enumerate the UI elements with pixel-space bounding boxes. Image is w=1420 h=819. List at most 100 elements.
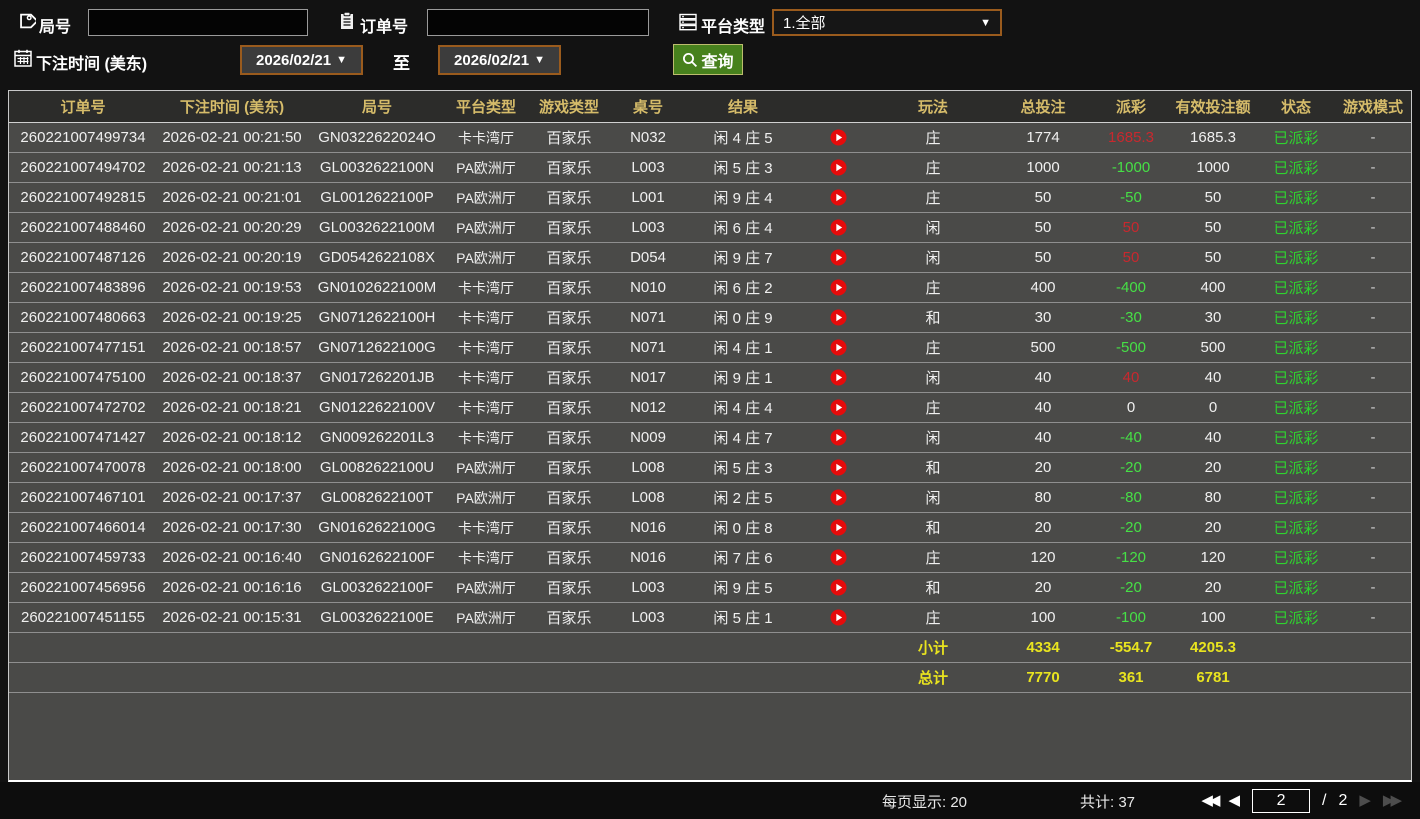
first-page-icon[interactable]: ◀◀ (1201, 788, 1220, 814)
subtotal-payout: -554.7 (1109, 639, 1153, 656)
table-no-cell: L001 (631, 189, 665, 206)
date-from-value: 2026/02/21 (256, 51, 332, 69)
total-bet-cell: 20 (1034, 459, 1052, 476)
valid-bet-cell: 0 (1208, 399, 1218, 416)
platform-cell: 卡卡湾厅 (458, 279, 514, 296)
result-cell: 闲 4 庄 7 (713, 430, 773, 447)
bet-time-cell: 2026-02-21 00:17:37 (162, 489, 302, 506)
bet-time-cell: 2026-02-21 00:21:50 (162, 129, 302, 146)
game-no-cell: GL0032622100F (320, 579, 434, 596)
magnifier-icon (683, 52, 698, 67)
result-cell: 闲 4 庄 4 (713, 400, 773, 417)
order-cell: 260221007471427 (20, 429, 146, 446)
play-icon (830, 579, 846, 596)
table-row: 260221007467101 2026-02-21 00:17:37 GL0082… (9, 483, 1411, 513)
replay-button[interactable] (803, 429, 873, 446)
order-cell: 260221007483896 (20, 279, 146, 296)
replay-button[interactable] (803, 189, 873, 206)
total-payout: 361 (1118, 669, 1144, 686)
total-bet-cell: 400 (1030, 279, 1056, 296)
table-no-cell: L003 (631, 219, 665, 236)
platform-type-value: 1.全部 (783, 15, 826, 32)
bet-time-cell: 2026-02-21 00:18:57 (162, 339, 302, 356)
replay-button[interactable] (803, 519, 873, 536)
result-cell: 闲 2 庄 5 (713, 490, 773, 507)
total-bet-cell: 100 (1030, 609, 1056, 626)
bet-time-cell: 2026-02-21 00:18:21 (162, 399, 302, 416)
date-to-select[interactable]: 2026/02/21 ▼ (438, 45, 561, 75)
col-header-status: 状态 (1280, 99, 1311, 116)
table-row: 260221007456956 2026-02-21 00:16:16 GL0032… (9, 573, 1411, 603)
date-to-value: 2026/02/21 (454, 51, 530, 69)
total-bet-cell: 1774 (1026, 129, 1060, 146)
replay-button[interactable] (803, 219, 873, 236)
status-cell: 已派彩 (1273, 520, 1319, 537)
replay-button[interactable] (803, 279, 873, 296)
col-header-payout: 派彩 (1115, 99, 1146, 116)
subtotal-total-bet: 4334 (1026, 639, 1060, 656)
replay-button[interactable] (803, 339, 873, 356)
total-bet-cell: 1000 (1026, 159, 1060, 176)
col-header-game-no: 局号 (361, 99, 392, 116)
game-type-cell: 百家乐 (546, 490, 592, 507)
game-no-cell: GL0082622100T (320, 489, 434, 506)
page-number-input[interactable] (1252, 789, 1311, 813)
game-no-cell: GN0122622100V (319, 399, 435, 416)
status-cell: 已派彩 (1273, 340, 1319, 357)
table-row: 260221007492815 2026-02-21 00:21:01 GL0012… (9, 183, 1411, 213)
result-cell: 闲 9 庄 1 (713, 370, 773, 387)
valid-bet-cell: 50 (1204, 249, 1222, 266)
bet-time-cell: 2026-02-21 00:21:13 (162, 159, 302, 176)
play-icon (830, 159, 846, 176)
order-no-label: 订单号 (360, 19, 409, 36)
payout-cell: 50 (1122, 219, 1140, 236)
table-row: 260221007494702 2026-02-21 00:21:13 GL0032… (9, 153, 1411, 183)
chevron-down-icon: ▼ (980, 16, 991, 29)
game-no-cell: GN0102622100M (317, 279, 437, 296)
replay-button[interactable] (803, 309, 873, 326)
prev-page-icon[interactable]: ◀ (1228, 788, 1240, 814)
replay-button[interactable] (803, 609, 873, 626)
game-type-cell: 百家乐 (546, 370, 592, 387)
search-button[interactable]: 查询 (673, 44, 743, 75)
order-no-input[interactable] (427, 9, 649, 36)
platform-cell: 卡卡湾厅 (458, 429, 514, 446)
play-type-cell: 闲 (925, 370, 941, 387)
replay-button[interactable] (803, 129, 873, 146)
replay-button[interactable] (803, 579, 873, 596)
table-no-cell: N071 (630, 309, 666, 326)
game-mode-cell: - (1370, 129, 1376, 146)
play-icon (830, 339, 846, 356)
platform-type-select[interactable]: 1.全部 ▼ (772, 9, 1002, 36)
play-icon (830, 369, 846, 386)
pager: ◀◀ ◀ / 2 ▶ ▶▶ (1201, 788, 1402, 814)
platform-cell: 卡卡湾厅 (458, 129, 514, 146)
result-cell: 闲 5 庄 1 (713, 610, 773, 627)
replay-button[interactable] (803, 159, 873, 176)
replay-button[interactable] (803, 399, 873, 416)
bet-time-cell: 2026-02-21 00:18:12 (162, 429, 302, 446)
replay-button[interactable] (803, 369, 873, 386)
valid-bet-cell: 20 (1204, 519, 1222, 536)
game-mode-cell: - (1370, 579, 1376, 596)
replay-button[interactable] (803, 249, 873, 266)
result-cell: 闲 4 庄 1 (713, 340, 773, 357)
game-no-input[interactable] (88, 9, 308, 36)
last-page-icon[interactable]: ▶▶ (1383, 788, 1402, 814)
game-mode-cell: - (1370, 489, 1376, 506)
total-row: 总计 7770 361 6781 (9, 663, 1411, 693)
valid-bet-cell: 30 (1204, 309, 1222, 326)
game-mode-cell: - (1370, 159, 1376, 176)
game-type-cell: 百家乐 (546, 610, 592, 627)
table-no-cell: N016 (630, 519, 666, 536)
table-no-cell: L003 (631, 159, 665, 176)
replay-button[interactable] (803, 489, 873, 506)
replay-button[interactable] (803, 549, 873, 566)
date-from-select[interactable]: 2026/02/21 ▼ (240, 45, 363, 75)
replay-button[interactable] (803, 459, 873, 476)
result-cell: 闲 9 庄 4 (713, 190, 773, 207)
order-cell: 260221007488460 (20, 219, 146, 236)
game-mode-cell: - (1370, 339, 1376, 356)
next-page-icon[interactable]: ▶ (1359, 788, 1371, 814)
play-type-cell: 和 (925, 580, 941, 597)
